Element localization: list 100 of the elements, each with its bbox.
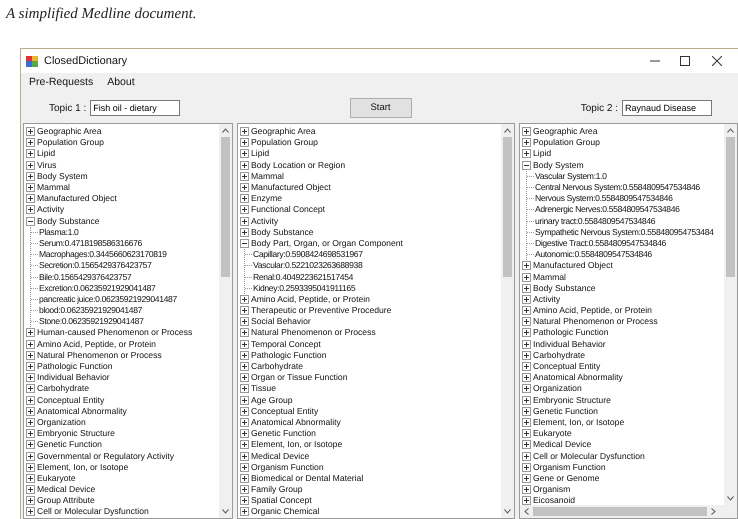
tree-item[interactable]: Conceptual Entity bbox=[533, 361, 600, 372]
expand-icon[interactable] bbox=[522, 317, 531, 326]
expand-icon[interactable] bbox=[26, 350, 35, 360]
expand-icon[interactable] bbox=[522, 373, 531, 382]
expand-icon[interactable] bbox=[240, 149, 249, 158]
tree-item[interactable]: Adrenergic Nerves:0.5584809547534846 bbox=[534, 204, 680, 216]
scroll-up-icon[interactable] bbox=[727, 128, 734, 133]
scroll-right-icon[interactable] bbox=[711, 508, 716, 515]
tree-item[interactable]: Amino Acid, Peptide, or Protein bbox=[251, 294, 370, 305]
expand-icon[interactable] bbox=[26, 149, 35, 158]
tree-item[interactable]: Element, Ion, or Isotope bbox=[533, 416, 624, 428]
tree-item[interactable]: Conceptual Entity bbox=[251, 406, 318, 417]
tree-item[interactable]: Genetic Function bbox=[533, 406, 598, 417]
scroll-down-icon[interactable] bbox=[727, 496, 734, 501]
expand-icon[interactable] bbox=[26, 384, 35, 394]
scrollbar-thumb[interactable] bbox=[726, 137, 735, 277]
tree-item[interactable]: Stone:0.06235921929041487 bbox=[38, 316, 144, 328]
tree-item[interactable]: Enzyme bbox=[251, 193, 282, 204]
tree-item[interactable]: Vascular:0.5221023263688938 bbox=[252, 260, 362, 272]
tree-item[interactable]: Organization bbox=[37, 416, 86, 428]
tree-item[interactable]: blood:0.06235921929041487 bbox=[38, 305, 142, 316]
tree-item[interactable]: Amino Acid, Peptide, or Protein bbox=[533, 305, 652, 316]
tree-item[interactable]: Lipid bbox=[37, 148, 56, 160]
tree-item[interactable]: Activity bbox=[533, 294, 560, 305]
tree-item[interactable]: Mammal bbox=[533, 272, 566, 283]
tree-item[interactable]: Body System bbox=[37, 170, 88, 182]
tree-item[interactable]: Population Group bbox=[251, 137, 318, 148]
expand-icon[interactable] bbox=[26, 418, 35, 427]
tree-item[interactable]: Genetic Function bbox=[251, 428, 316, 440]
expand-icon[interactable] bbox=[522, 138, 531, 148]
tree-item[interactable]: Organ or Tissue Function bbox=[251, 372, 348, 384]
tree-item[interactable]: Serum:0.4718198586316676 bbox=[38, 238, 142, 249]
tree-item[interactable]: Embryonic Structure bbox=[37, 428, 115, 440]
tree-item[interactable]: Digestive Tract:0.5584809547534846 bbox=[534, 238, 666, 249]
expand-icon[interactable] bbox=[240, 205, 249, 214]
expand-icon[interactable] bbox=[240, 396, 249, 405]
menu-item[interactable]: About bbox=[107, 75, 135, 91]
tree-item[interactable]: Kidney:0.2593395041911165 bbox=[252, 282, 356, 294]
expand-icon[interactable] bbox=[26, 406, 35, 416]
tree-item[interactable]: Mammal bbox=[37, 182, 70, 194]
expand-icon[interactable] bbox=[522, 496, 531, 505]
horizontal-scrollbar[interactable] bbox=[520, 505, 737, 518]
tree-item[interactable]: Manufactured Object bbox=[37, 193, 117, 204]
expand-icon[interactable] bbox=[522, 149, 531, 158]
tree-view[interactable] bbox=[237, 123, 515, 519]
tree-item[interactable]: Body Substance bbox=[251, 226, 314, 238]
tree-item[interactable]: Capillary:0.5908424698531967 bbox=[252, 249, 363, 260]
scrollbar-thumb[interactable] bbox=[533, 507, 707, 516]
tree-item[interactable]: Natural Phenomenon or Process bbox=[533, 316, 658, 328]
expand-icon[interactable] bbox=[26, 340, 35, 349]
expand-icon[interactable] bbox=[240, 362, 249, 372]
tree-item[interactable]: Lipid bbox=[251, 148, 270, 160]
tree-item[interactable]: Renal:0.4049223621517454 bbox=[252, 272, 354, 283]
expand-icon[interactable] bbox=[522, 406, 531, 416]
scroll-up-icon[interactable] bbox=[222, 128, 229, 133]
tree-item[interactable]: Anatomical Abnormality bbox=[533, 372, 623, 384]
expand-icon[interactable] bbox=[240, 194, 249, 204]
expand-icon[interactable] bbox=[240, 406, 249, 416]
expand-icon[interactable] bbox=[240, 474, 249, 483]
tree-item[interactable]: Secretion:0.1565429376423757 bbox=[38, 260, 152, 272]
expand-icon[interactable] bbox=[522, 396, 531, 405]
expand-icon[interactable] bbox=[240, 294, 249, 304]
tree-item[interactable]: Genetic Function bbox=[37, 439, 102, 450]
tree-item[interactable]: Population Group bbox=[37, 137, 104, 148]
expand-icon[interactable] bbox=[240, 138, 249, 148]
tree-item[interactable]: Geographic Area bbox=[251, 126, 316, 138]
tree-item[interactable]: Medical Device bbox=[37, 484, 96, 496]
tree-item[interactable]: Cell or Molecular Dysfunction bbox=[533, 450, 645, 462]
expand-icon[interactable] bbox=[522, 452, 531, 461]
tree-item[interactable]: Organic Chemical bbox=[251, 506, 320, 518]
topic-field[interactable]: Raynaud Disease bbox=[622, 100, 712, 116]
tree-item[interactable]: Gene or Genome bbox=[533, 472, 600, 484]
expand-icon[interactable] bbox=[26, 138, 35, 148]
expand-icon[interactable] bbox=[522, 462, 531, 472]
expand-icon[interactable] bbox=[26, 205, 35, 214]
tree-item[interactable]: Sympathetic Nervous System:0.558480954753484 bbox=[534, 226, 714, 238]
tree-item[interactable]: Human-caused Phenomenon or Process bbox=[37, 327, 192, 338]
tree-item[interactable]: Activity bbox=[37, 204, 64, 216]
expand-icon[interactable] bbox=[240, 496, 249, 506]
expand-icon[interactable] bbox=[26, 160, 35, 170]
scroll-down-icon[interactable] bbox=[504, 509, 511, 514]
expand-icon[interactable] bbox=[26, 474, 35, 483]
expand-icon[interactable] bbox=[240, 328, 249, 338]
vertical-scrollbar[interactable] bbox=[219, 124, 232, 518]
expand-icon[interactable] bbox=[26, 194, 35, 204]
expand-icon[interactable] bbox=[522, 328, 531, 338]
tree-item[interactable]: Mammal bbox=[251, 170, 284, 182]
expand-icon[interactable] bbox=[522, 350, 531, 360]
expand-icon[interactable] bbox=[26, 440, 35, 450]
tree-item[interactable]: Group Attribute bbox=[37, 495, 95, 506]
expand-icon[interactable] bbox=[240, 340, 249, 349]
scrollbar-thumb[interactable] bbox=[503, 137, 512, 277]
tree-item[interactable]: Excretion:0.06235921929041487 bbox=[38, 282, 156, 294]
expand-icon[interactable] bbox=[240, 452, 249, 461]
expand-icon[interactable] bbox=[522, 362, 531, 372]
tree-item[interactable]: Body Location or Region bbox=[251, 160, 346, 171]
maximize-icon[interactable] bbox=[680, 56, 690, 66]
tree-item[interactable]: Geographic Area bbox=[533, 126, 598, 138]
tree-item[interactable]: Carbohydrate bbox=[251, 361, 304, 372]
tree-item[interactable]: Spatial Concept bbox=[251, 495, 312, 506]
